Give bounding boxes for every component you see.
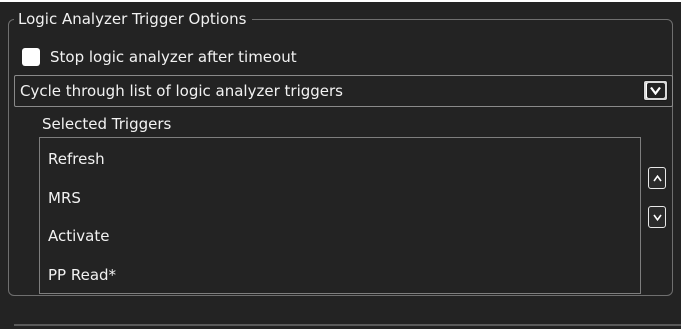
move-down-button[interactable]: [648, 206, 666, 228]
move-up-button[interactable]: [648, 167, 666, 189]
list-item[interactable]: MRS: [48, 189, 81, 207]
chevron-down-icon: [652, 214, 662, 221]
bottom-divider: [14, 324, 681, 326]
chevron-up-icon: [652, 174, 662, 181]
chevron-down-icon: [646, 83, 665, 98]
list-item[interactable]: Refresh: [48, 150, 105, 168]
window-top-edge: [0, 0, 681, 2]
list-item[interactable]: PP Read*: [48, 266, 116, 284]
trigger-mode-dropdown[interactable]: Cycle through list of logic analyzer tri…: [14, 75, 673, 107]
stop-after-timeout-label[interactable]: Stop logic analyzer after timeout: [50, 48, 297, 66]
stop-after-timeout-row[interactable]: Stop logic analyzer after timeout: [22, 47, 297, 67]
list-item[interactable]: Activate: [48, 227, 109, 245]
selected-triggers-list[interactable]: Refresh MRS Activate PP Read*: [39, 137, 641, 294]
group-title: Logic Analyzer Trigger Options: [14, 10, 253, 28]
selected-triggers-label: Selected Triggers: [42, 115, 172, 133]
trigger-mode-value: Cycle through list of logic analyzer tri…: [20, 82, 343, 100]
stop-after-timeout-checkbox[interactable]: [22, 48, 40, 66]
dropdown-toggle-button[interactable]: [643, 80, 668, 101]
